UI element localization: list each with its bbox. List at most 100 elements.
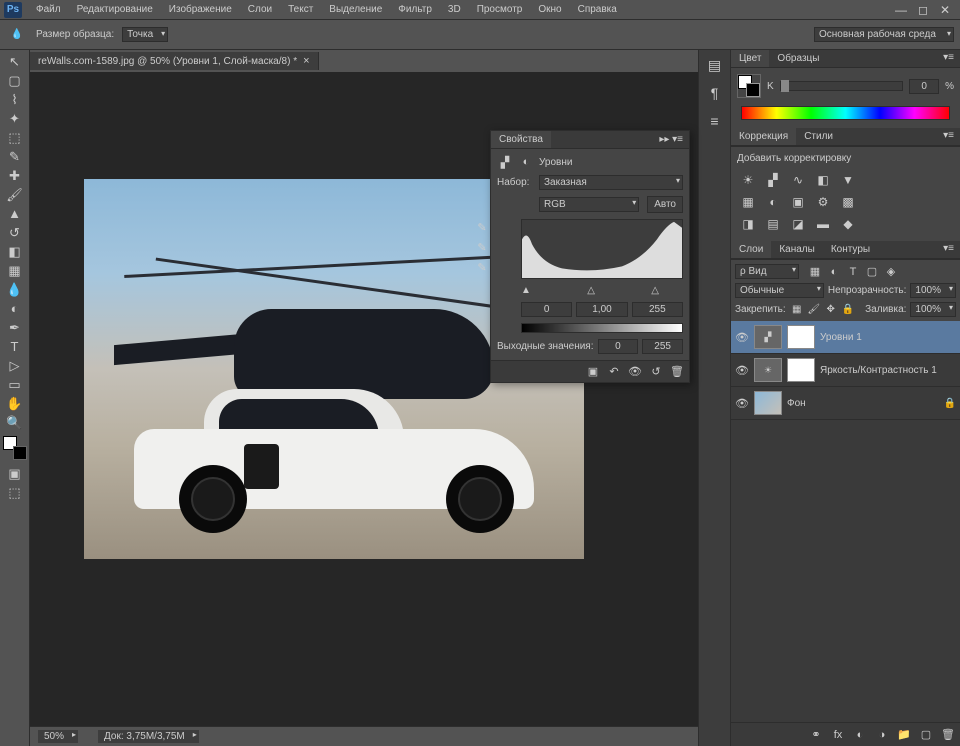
filter-pixel-icon[interactable]: ▦ [807, 265, 823, 279]
layer-fx-icon[interactable]: fx [830, 727, 846, 743]
history-brush-tool[interactable]: ↺ [3, 223, 27, 242]
histo-marker-shadow[interactable]: ▲ [521, 285, 531, 296]
adj-hue-icon[interactable]: ▦ [739, 194, 757, 210]
fill-field[interactable]: 100% [910, 302, 956, 317]
mask-icon[interactable]: ◐ [518, 155, 534, 169]
move-tool[interactable]: ↖ [3, 52, 27, 71]
visibility-icon[interactable]: 👁 [735, 330, 749, 344]
k-slider[interactable] [780, 81, 903, 91]
new-adjustment-icon[interactable]: ◑ [874, 727, 890, 743]
delete-layer-icon[interactable]: 🗑 [940, 727, 956, 743]
workspace-dropdown[interactable]: Основная рабочая среда [814, 27, 954, 42]
lasso-tool[interactable]: ⌇ [3, 90, 27, 109]
layer-item-brightness[interactable]: 👁 ☀ Яркость/Контрастность 1 [731, 354, 960, 387]
layer-name[interactable]: Фон [787, 398, 806, 409]
color-swatches[interactable] [737, 74, 761, 98]
histo-marker-highlight[interactable]: △ [651, 285, 659, 296]
adj-gradient-map-icon[interactable]: ▬ [814, 216, 832, 232]
character-icon[interactable]: ¶ [704, 82, 726, 104]
opacity-field[interactable]: 100% [910, 283, 956, 298]
tab-swatches[interactable]: Образцы [769, 50, 827, 67]
view-icon[interactable]: 👁 [627, 364, 643, 380]
lock-pixels-icon[interactable]: 🖌 [807, 303, 821, 317]
paragraph-icon[interactable]: ≡ [704, 110, 726, 132]
eyedropper-black-icon[interactable]: ✎ [473, 219, 491, 235]
tab-styles[interactable]: Стили [796, 128, 841, 145]
output-low-input[interactable]: 0 [598, 339, 639, 354]
output-gradient[interactable] [521, 323, 683, 333]
layer-name[interactable]: Яркость/Контрастность 1 [820, 365, 937, 376]
background-color[interactable] [13, 446, 27, 460]
properties-collapse[interactable]: ▸▸ ▾≡ [653, 132, 689, 147]
menu-select[interactable]: Выделение [321, 1, 390, 18]
preset-dropdown[interactable]: Заказная [539, 175, 683, 190]
heal-tool[interactable]: ✚ [3, 166, 27, 185]
link-layers-icon[interactable]: ⚭ [808, 727, 824, 743]
menu-3d[interactable]: 3D [440, 1, 469, 18]
filter-smart-icon[interactable]: ◈ [883, 265, 899, 279]
layer-item-background[interactable]: 👁 Фон 🔒 [731, 387, 960, 420]
path-tool[interactable]: ▷ [3, 356, 27, 375]
document-tab[interactable]: reWalls.com-1589.jpg @ 50% (Уровни 1, Сл… [30, 52, 319, 70]
shape-tool[interactable]: ▭ [3, 375, 27, 394]
blend-mode-dropdown[interactable]: Обычные [735, 283, 824, 298]
tab-channels[interactable]: Каналы [771, 241, 823, 258]
clip-icon[interactable]: ▣ [585, 364, 601, 380]
sample-size-dropdown[interactable]: Точка [122, 27, 168, 42]
blur-tool[interactable]: 💧 [3, 280, 27, 299]
filter-type-icon[interactable]: T [845, 265, 861, 279]
marquee-tool[interactable]: ▢ [3, 71, 27, 90]
adj-curves-icon[interactable]: ∿ [789, 172, 807, 188]
gradient-tool[interactable]: ▦ [3, 261, 27, 280]
menu-type[interactable]: Текст [280, 1, 321, 18]
close-button[interactable]: ✕ [938, 4, 952, 16]
layer-filter-dropdown[interactable]: ρ Вид [735, 264, 799, 279]
adj-brightness-icon[interactable]: ☀ [739, 172, 757, 188]
menu-file[interactable]: Файл [28, 1, 69, 18]
eyedropper-white-icon[interactable]: ✎ [473, 259, 491, 275]
histo-marker-mid[interactable]: △ [587, 285, 595, 296]
adj-selective-color-icon[interactable]: ◆ [839, 216, 857, 232]
layers-panel-menu[interactable]: ▾≡ [937, 241, 960, 258]
visibility-icon[interactable]: 👁 [735, 363, 749, 377]
zoom-field[interactable]: 50% [38, 730, 78, 743]
visibility-icon[interactable]: 👁 [735, 396, 749, 410]
menu-filter[interactable]: Фильтр [390, 1, 440, 18]
properties-tab[interactable]: Свойства [491, 131, 551, 148]
eyedropper-gray-icon[interactable]: ✎ [473, 239, 491, 255]
brush-tool[interactable]: 🖌 [3, 185, 27, 204]
minimize-button[interactable]: — [894, 4, 908, 16]
adj-invert-icon[interactable]: ◨ [739, 216, 757, 232]
adj-color-lookup-icon[interactable]: ▩ [839, 194, 857, 210]
lock-transparent-icon[interactable]: ▦ [790, 303, 804, 317]
hand-tool[interactable]: ✋ [3, 394, 27, 413]
previous-state-icon[interactable]: ↶ [606, 364, 622, 380]
tab-layers[interactable]: Слои [731, 241, 771, 258]
type-tool[interactable]: T [3, 337, 27, 356]
auto-button[interactable]: Авто [647, 196, 683, 213]
new-layer-icon[interactable]: ▢ [918, 727, 934, 743]
dodge-tool[interactable]: ◐ [3, 299, 27, 318]
adj-posterize-icon[interactable]: ▤ [764, 216, 782, 232]
pen-tool[interactable]: ✒ [3, 318, 27, 337]
menu-view[interactable]: Просмотр [469, 1, 531, 18]
tab-paths[interactable]: Контуры [823, 241, 878, 258]
highlight-input[interactable]: 255 [632, 302, 683, 317]
stamp-tool[interactable]: ▲ [3, 204, 27, 223]
quickmask-tool[interactable]: ▣ [3, 464, 27, 483]
adj-threshold-icon[interactable]: ◪ [789, 216, 807, 232]
screenmode-tool[interactable]: ⬚ [3, 483, 27, 502]
mask-thumb[interactable] [787, 358, 815, 382]
spectrum-bar[interactable] [741, 106, 950, 120]
zoom-tool[interactable]: 🔍 [3, 413, 27, 432]
active-tool-icon[interactable]: 💧 [6, 26, 28, 44]
eyedropper-tool[interactable]: ✎ [3, 147, 27, 166]
doc-info[interactable]: Док: 3,75M/3,75M [98, 730, 199, 743]
histogram[interactable] [521, 219, 683, 279]
tab-adjustments[interactable]: Коррекция [731, 128, 796, 145]
layer-item-levels[interactable]: 👁 ▞ Уровни 1 [731, 321, 960, 354]
adj-vibrance-icon[interactable]: ▼ [839, 172, 857, 188]
history-icon[interactable]: ▤ [704, 54, 726, 76]
crop-tool[interactable]: ⬚ [3, 128, 27, 147]
menu-window[interactable]: Окно [530, 1, 569, 18]
